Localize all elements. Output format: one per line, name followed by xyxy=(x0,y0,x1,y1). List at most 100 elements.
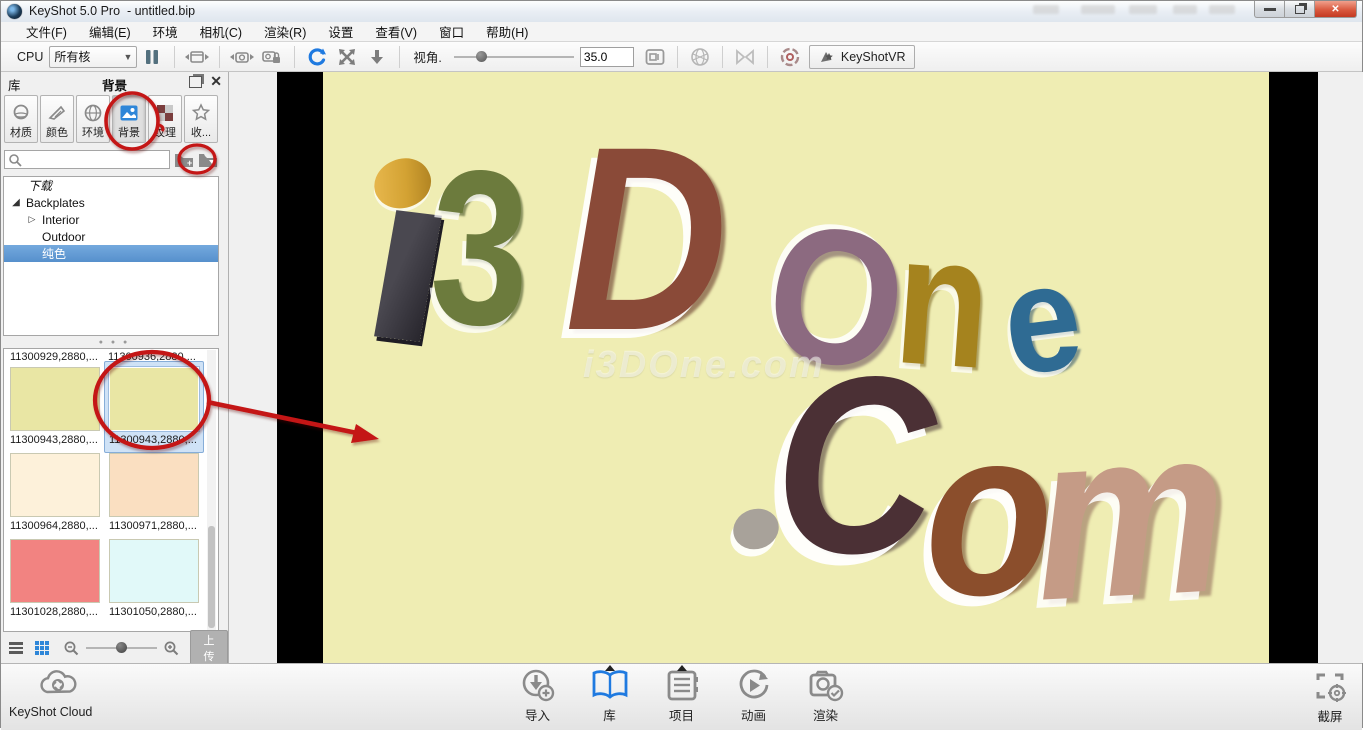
window-title: KeyShot 5.0 Pro - untitled.bip xyxy=(29,4,195,18)
dock-library[interactable]: 库 xyxy=(579,667,641,724)
grid-view-button[interactable] xyxy=(35,641,49,655)
collapsed-arrow-icon[interactable]: ▷ xyxy=(26,214,38,225)
dock-render[interactable]: 渲染 xyxy=(795,667,857,724)
dock-label: 渲染 xyxy=(813,705,838,724)
tab-textures[interactable]: 纹理 xyxy=(148,95,182,143)
tree-item-interior[interactable]: ▷ Interior xyxy=(4,211,218,228)
thumbnail[interactable] xyxy=(109,453,199,517)
menu-help[interactable]: 帮助(H) xyxy=(475,22,539,41)
menu-view[interactable]: 查看(V) xyxy=(364,22,428,41)
svg-text:+: + xyxy=(187,158,192,168)
mirror-button[interactable] xyxy=(732,45,758,69)
tab-favorites[interactable]: 收... xyxy=(184,95,218,143)
keyshotvr-label: KeyShotVR xyxy=(841,50,906,64)
menu-window[interactable]: 窗口 xyxy=(428,22,475,41)
environment-sphere-button[interactable] xyxy=(687,45,713,69)
tab-materials[interactable]: 材质 xyxy=(4,95,38,143)
tree-item-solid-color[interactable]: 纯色 xyxy=(4,245,218,262)
menu-file[interactable]: 文件(F) xyxy=(15,22,78,41)
tree-item-outdoor[interactable]: Outdoor xyxy=(4,228,218,245)
close-panel-icon[interactable]: ✕ xyxy=(210,73,222,90)
cycle-camera-button[interactable] xyxy=(229,45,255,69)
tab-label: 收... xyxy=(191,124,211,140)
keyshot-cloud-button[interactable]: KeyShot Cloud xyxy=(9,668,129,719)
panel-splitter[interactable]: ● ● ● xyxy=(1,339,228,346)
add-folder-button[interactable]: + xyxy=(172,150,196,170)
dock-project[interactable]: 项目 xyxy=(651,667,713,724)
tree-label: Interior xyxy=(42,213,79,227)
fov-input[interactable] xyxy=(580,47,634,67)
menu-camera[interactable]: 相机(C) xyxy=(189,22,253,41)
thumb-label: 11300929,2880,... xyxy=(10,351,98,363)
thumbnail-selected[interactable] xyxy=(109,367,199,431)
thumb-label: 11300943,2880,... xyxy=(10,434,98,446)
blurred-text xyxy=(1129,5,1157,14)
render-queue-button[interactable] xyxy=(777,45,803,69)
menu-edit[interactable]: 编辑(E) xyxy=(78,22,142,41)
fov-slider[interactable] xyxy=(454,47,574,67)
letter-3: 3 xyxy=(427,136,533,359)
keyshotvr-button[interactable]: KeyShotVR xyxy=(809,45,915,69)
fov-slider-handle[interactable] xyxy=(476,51,487,62)
thumbnail[interactable] xyxy=(10,367,100,431)
reset-camera-button[interactable] xyxy=(304,45,330,69)
menu-environment[interactable]: 环境 xyxy=(142,22,189,41)
dock-import[interactable]: 导入 xyxy=(507,667,569,724)
list-view-button[interactable] xyxy=(9,642,23,654)
thumbnail-size-handle[interactable] xyxy=(116,642,127,653)
close-button[interactable]: ✕ xyxy=(1314,1,1357,18)
cpu-label: CPU xyxy=(17,50,43,64)
thumbnail-size-slider[interactable] xyxy=(86,640,158,656)
render-viewport[interactable]: 3 D O n e i3DOne.com C o m xyxy=(229,72,1363,663)
screenshot-icon xyxy=(1310,668,1350,704)
tab-label: 环境 xyxy=(82,124,104,140)
zoom-in-icon[interactable] xyxy=(163,640,180,657)
dock-open-indicator xyxy=(677,665,687,671)
bottom-dock: KeyShot Cloud 导入 库 xyxy=(1,663,1362,730)
scrollbar-thumb[interactable] xyxy=(208,526,215,628)
thumb-label: 11300971,2880,... xyxy=(109,520,197,532)
cloud-label: KeyShot Cloud xyxy=(9,705,129,719)
menu-settings[interactable]: 设置 xyxy=(317,22,364,41)
letter-D: D xyxy=(565,108,728,370)
thumbnail[interactable] xyxy=(10,453,100,517)
dock-label: 项目 xyxy=(669,705,694,724)
panel-bottom-toolbar: 上传 xyxy=(1,634,228,662)
restore-button[interactable] xyxy=(1285,1,1314,18)
pause-button[interactable] xyxy=(139,45,165,69)
cycle-environment-button[interactable] xyxy=(184,45,210,69)
zoom-out-icon[interactable] xyxy=(63,640,80,657)
import-icon xyxy=(518,667,558,703)
fullscreen-button[interactable] xyxy=(334,45,360,69)
folder-options-button[interactable] xyxy=(196,150,220,170)
search-input[interactable] xyxy=(4,150,170,169)
tab-environments[interactable]: 环境 xyxy=(76,95,110,143)
hide-toolbar-button[interactable] xyxy=(364,45,390,69)
screenshot-label: 截屏 xyxy=(1317,706,1342,725)
tab-backplates[interactable]: 背景 xyxy=(112,95,146,143)
tree-label: Outdoor xyxy=(42,230,85,244)
thumbnail[interactable] xyxy=(109,539,199,603)
float-panel-icon[interactable] xyxy=(189,76,202,88)
thumb-label: 11301050,2880,... xyxy=(109,606,197,618)
menu-render[interactable]: 渲染(R) xyxy=(253,22,317,41)
cores-dropdown[interactable]: 所有核▼ xyxy=(49,46,137,68)
minimize-button[interactable] xyxy=(1254,1,1285,18)
lock-camera-button[interactable] xyxy=(259,45,285,69)
tree-item-downloads[interactable]: 下载 xyxy=(4,177,218,194)
thumbnail[interactable] xyxy=(10,539,100,603)
thumbnail-scrollbar[interactable] xyxy=(207,350,216,630)
tree-item-backplates[interactable]: ◢ Backplates xyxy=(4,194,218,211)
thumb-label: 11300964,2880,... xyxy=(10,520,98,532)
tab-colors[interactable]: 颜色 xyxy=(40,95,74,143)
main-toolbar: CPU 所有核▼ 视角. xyxy=(1,42,1362,72)
region-render-button[interactable] xyxy=(642,45,668,69)
dock-label: 库 xyxy=(603,705,616,724)
letter-e: e xyxy=(995,239,1089,399)
upload-button[interactable]: 上传 xyxy=(190,630,228,666)
expanded-arrow-icon[interactable]: ◢ xyxy=(10,197,22,208)
screenshot-button[interactable]: 截屏 xyxy=(1310,668,1350,725)
animation-icon xyxy=(734,667,774,703)
dock-animation[interactable]: 动画 xyxy=(723,667,785,724)
blurred-text xyxy=(1209,5,1235,14)
